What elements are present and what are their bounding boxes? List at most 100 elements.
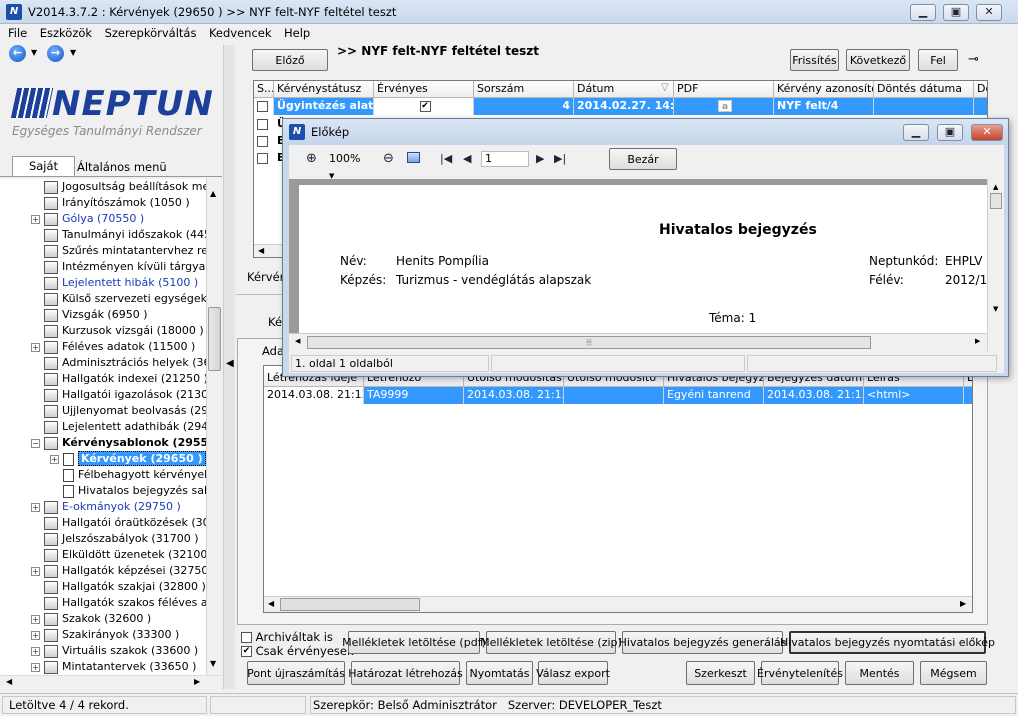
print-button[interactable]: Nyomtatás xyxy=(466,661,533,685)
sidebar-item[interactable]: Ujjlenyomat beolvasás (29300 xyxy=(0,403,206,419)
back-dropdown-icon[interactable]: ▼ xyxy=(31,48,37,57)
pin-icon[interactable]: ⊸ xyxy=(968,52,979,67)
sidebar-item[interactable]: Irányítószámok (1050 ) xyxy=(0,195,206,211)
scroll-down-icon[interactable]: ▼ xyxy=(210,659,216,668)
last-page-icon[interactable]: ▶| xyxy=(554,152,566,165)
entries-scroll-thumb[interactable] xyxy=(280,598,420,611)
expand-icon[interactable]: + xyxy=(31,662,40,672)
sidebar-item[interactable]: Kurzusok vizsgái (18000 ) xyxy=(0,323,206,339)
sidebar-item[interactable]: Lejelentett hibák (5100 ) xyxy=(0,275,206,291)
sidebar-item[interactable]: + Szakirányok (33300 ) xyxy=(0,627,206,643)
table-row[interactable]: 2014.03.08. 21:13:3TA99992014.03.08. 21:… xyxy=(264,387,972,404)
next-page-icon[interactable]: ▶ xyxy=(536,152,544,165)
preview-hscrollbar[interactable]: ◀ ⦙⦙⦙ ▶ xyxy=(289,333,987,351)
collapse-arrow-icon[interactable]: ◀ xyxy=(226,358,234,369)
row-select-checkbox[interactable] xyxy=(257,152,268,164)
column-header[interactable]: Kérvény azonosító xyxy=(774,81,874,98)
sidebar-item[interactable]: + Gólya (70550 ) xyxy=(0,211,206,227)
column-header[interactable]: Érvényes xyxy=(374,81,474,98)
preview-scroll-thumb[interactable]: ⦙⦙⦙ xyxy=(307,336,871,349)
expand-icon[interactable]: + xyxy=(31,342,40,352)
sidebar-item[interactable]: + Féléves adatok (11500 ) xyxy=(0,339,206,355)
table-row[interactable]: Ügyintézés alatt ✔ 4 2014.02.27. 14:2 a … xyxy=(254,98,987,115)
sidebar-item[interactable]: Lejelentett adathibák (29450 xyxy=(0,419,206,435)
sidebar-item[interactable]: Hallgatók szakjai (32800 ) xyxy=(0,579,206,595)
fit-page-icon[interactable] xyxy=(407,152,420,163)
minimize-icon[interactable]: ▁ xyxy=(910,4,936,21)
column-header[interactable]: PDF xyxy=(674,81,774,98)
tab-general-menu[interactable]: Általános menü xyxy=(77,158,167,176)
sidebar-item[interactable]: Elküldött üzenetek (32100 ) xyxy=(0,547,206,563)
sort-icon[interactable]: ▽ xyxy=(661,82,669,93)
tree-hscrollbar[interactable]: ◀ ▶ xyxy=(0,675,222,689)
cell-valid-checkbox[interactable]: ✔ xyxy=(374,98,474,115)
column-header[interactable]: Kérvénystátusz xyxy=(274,81,374,98)
sidebar-item[interactable]: + Hallgatók képzései (32750 ) xyxy=(0,563,206,579)
column-header[interactable]: S... xyxy=(254,81,274,98)
menu-help[interactable]: Help xyxy=(284,26,310,40)
tree-scrollbar[interactable]: ▲ ▼ xyxy=(206,179,222,675)
cancel-button[interactable]: Mégsem xyxy=(920,661,987,685)
expand-icon[interactable]: + xyxy=(31,646,40,656)
sidebar-item[interactable]: + E-okmányok (29750 ) xyxy=(0,499,206,515)
expand-icon[interactable]: + xyxy=(31,502,40,512)
column-header[interactable]: Döntés dátuma xyxy=(874,81,974,98)
dialog-close-icon[interactable]: ✕ xyxy=(971,124,1003,141)
expand-icon[interactable]: + xyxy=(31,566,40,576)
zoom-out-icon[interactable]: ⊖ xyxy=(383,151,394,166)
archived-checkbox[interactable]: Archiváltak is xyxy=(241,630,333,644)
column-header[interactable]: Dátum xyxy=(574,81,674,98)
sidebar-item[interactable]: Hallgatók indexei (21250 ) xyxy=(0,371,206,387)
expand-icon[interactable]: − xyxy=(31,438,40,448)
expand-icon[interactable]: + xyxy=(31,630,40,640)
expand-icon[interactable]: + xyxy=(31,614,40,624)
row-select-checkbox[interactable] xyxy=(257,118,268,130)
sidebar-item[interactable]: Jogosultság beállítások megte xyxy=(0,179,206,195)
back-arrow-icon[interactable]: ← xyxy=(9,45,26,62)
splitter[interactable]: ◀ xyxy=(223,45,235,689)
next-button[interactable]: Következő xyxy=(846,49,910,71)
sidebar-item[interactable]: Hallgatók szakos féléves ada xyxy=(0,595,206,611)
sidebar-item[interactable]: Külső szervezeti egységek (6 xyxy=(0,291,206,307)
tab-label-ke[interactable]: Ké xyxy=(268,315,282,329)
recalculate-points-button[interactable]: Pont újraszámítás xyxy=(247,661,345,685)
prev-page-icon[interactable]: ◀ xyxy=(463,152,471,165)
dialog-minimize-icon[interactable]: ▁ xyxy=(903,124,929,141)
scroll-up-icon[interactable]: ▲ xyxy=(210,189,216,198)
row-select-checkbox[interactable] xyxy=(257,135,268,147)
valid-only-checkbox[interactable]: ✔ Csak érvényesek xyxy=(241,644,354,658)
sidebar-item[interactable]: Hallgatói óraütközések (3010 xyxy=(0,515,206,531)
close-preview-button[interactable]: Bezár xyxy=(609,148,677,170)
tab-own-menu[interactable]: Saját menü xyxy=(12,156,75,191)
zoom-select[interactable]: 100% ▼ xyxy=(325,151,369,180)
sidebar-item[interactable]: Tanulmányi időszakok (4450 xyxy=(0,227,206,243)
expand-icon[interactable]: + xyxy=(31,214,40,224)
answer-export-button[interactable]: Válasz export xyxy=(536,661,610,685)
forward-arrow-icon[interactable]: → xyxy=(47,45,64,62)
page-number-input[interactable]: 1 xyxy=(481,151,529,167)
up-button[interactable]: Fel xyxy=(918,49,958,71)
row-select-checkbox[interactable] xyxy=(257,100,268,112)
generate-entry-button[interactable]: Hivatalos bejegyzés generálás xyxy=(619,631,786,654)
column-header[interactable]: Dö xyxy=(974,81,987,98)
preview-vscrollbar[interactable]: ▲ ▼ xyxy=(987,179,1004,351)
sidebar-item[interactable]: + Mintatantervek (33650 ) xyxy=(0,659,206,675)
invalidate-button[interactable]: Érvénytelenítés xyxy=(757,661,843,685)
sidebar-item[interactable]: + Kérvények (29650 ) xyxy=(0,451,206,467)
tree-scroll-thumb[interactable] xyxy=(208,307,221,371)
sidebar-item[interactable]: + Szakok (32600 ) xyxy=(0,611,206,627)
edit-button[interactable]: Szerkeszt xyxy=(686,661,755,685)
zoom-in-icon[interactable]: ⊕ xyxy=(306,151,317,166)
menu-tools[interactable]: Eszközök xyxy=(40,26,92,40)
prev-button[interactable]: Előző xyxy=(252,49,328,71)
menu-file[interactable]: File xyxy=(8,26,27,40)
sidebar-item[interactable]: Félbehagyott kérvények ( xyxy=(0,467,206,483)
print-preview-button[interactable]: Hivatalos bejegyzés nyomtatási előkép xyxy=(780,631,995,654)
create-decision-button[interactable]: Határozat létrehozás xyxy=(348,661,463,685)
sidebar-item[interactable]: − Kérvénysablonok (29550 xyxy=(0,435,206,451)
menu-favorites[interactable]: Kedvencek xyxy=(209,26,272,40)
first-page-icon[interactable]: |◀ xyxy=(440,152,452,165)
sidebar-item[interactable]: Adminisztrációs helyek (3600 xyxy=(0,355,206,371)
entries-hscrollbar[interactable]: ◀ ▶ xyxy=(264,596,972,612)
close-icon[interactable]: ✕ xyxy=(976,4,1002,21)
